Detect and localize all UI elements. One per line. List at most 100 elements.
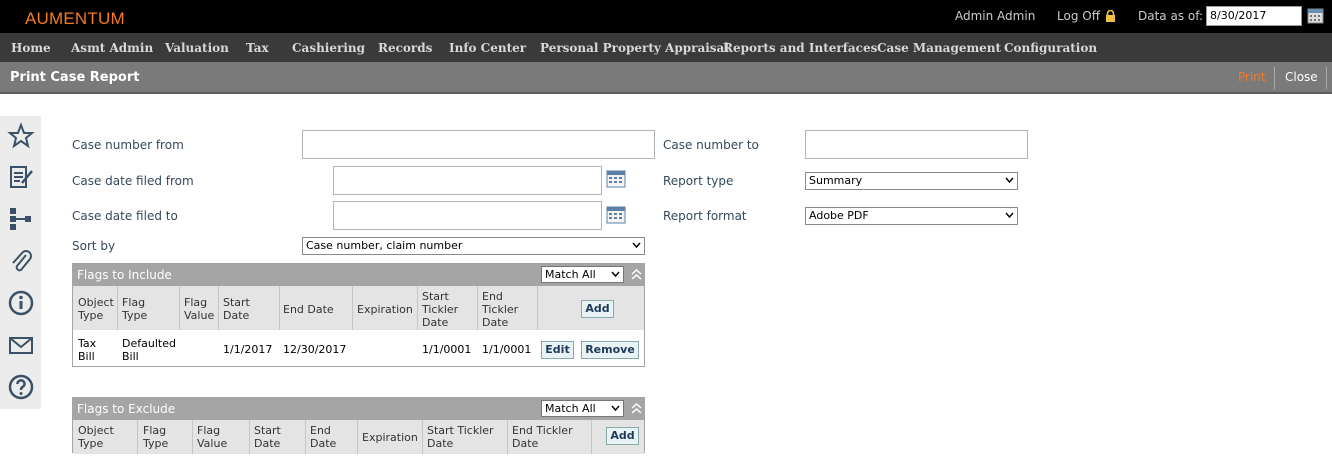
panel-title: Flags to Include <box>77 268 172 282</box>
case-date-to-input[interactable] <box>333 201 602 230</box>
calendar-icon[interactable] <box>606 170 626 188</box>
match-select[interactable]: Match All <box>541 266 624 283</box>
chevron-down-icon <box>1005 177 1014 184</box>
cell-flag-type: Defaulted Bill <box>122 337 176 363</box>
column-header: End Date <box>310 424 337 450</box>
app-logo: AUMENTUM <box>25 9 125 28</box>
case-number-to-label: Case number to <box>663 138 759 152</box>
paperclip-icon[interactable] <box>7 247 35 275</box>
report-format-select[interactable]: Adobe PDF <box>805 207 1018 225</box>
hierarchy-icon[interactable] <box>7 205 35 233</box>
menu-personal-property-appraisal[interactable]: Personal Property Appraisal <box>540 41 729 55</box>
report-type-value: Summary <box>809 174 863 187</box>
add-exclude-flag-button[interactable]: Add <box>606 427 639 445</box>
divider <box>179 286 180 330</box>
add-include-flag-button[interactable]: Add <box>581 300 614 318</box>
lock-icon[interactable] <box>1105 10 1116 22</box>
divider <box>137 420 138 454</box>
edit-flag-button[interactable]: Edit <box>541 341 574 359</box>
star-icon[interactable] <box>7 122 35 150</box>
column-header: Flag Type <box>122 296 148 322</box>
data-as-of-input[interactable]: 8/30/2017 <box>1206 6 1302 26</box>
case-number-from-input[interactable] <box>302 130 655 159</box>
edit-notes-icon[interactable] <box>7 163 35 191</box>
flags-include-panel: Flags to Include Match All Object Type F… <box>72 263 645 367</box>
report-type-label: Report type <box>663 174 734 188</box>
chevron-down-icon <box>1005 212 1014 219</box>
remove-flag-button[interactable]: Remove <box>581 341 639 359</box>
divider <box>1274 67 1275 89</box>
title-bar: Print Case Report Print Close <box>0 62 1332 94</box>
divider <box>477 286 478 330</box>
sort-by-select[interactable]: Case number, claim number <box>302 237 645 255</box>
calendar-icon[interactable] <box>1307 7 1324 24</box>
column-header: End Tickler Date <box>482 290 519 329</box>
help-icon[interactable] <box>7 373 35 401</box>
column-header: Start Date <box>254 424 281 450</box>
match-select[interactable]: Match All <box>541 400 624 417</box>
main-menu: Home Asmt Admin Valuation Tax Cashiering… <box>0 33 1332 62</box>
chevron-down-icon <box>611 271 620 278</box>
calendar-icon[interactable] <box>606 206 626 224</box>
mail-icon[interactable] <box>7 331 35 359</box>
info-icon[interactable] <box>7 289 35 317</box>
column-header: Flag Value <box>197 424 228 450</box>
cell-start-date: 1/1/2017 <box>223 343 273 356</box>
divider <box>117 286 118 330</box>
print-button[interactable]: Print <box>1238 70 1266 84</box>
panel-header: Flags to Include Match All <box>73 264 644 286</box>
divider <box>218 286 219 330</box>
case-number-from-label: Case number from <box>72 138 184 152</box>
column-header: Flag Value <box>184 296 215 322</box>
column-header: Object Type <box>78 296 114 322</box>
report-format-value: Adobe PDF <box>809 209 869 222</box>
cell-end-date: 12/30/2017 <box>283 343 347 356</box>
divider <box>422 420 423 454</box>
top-bar: AUMENTUM Admin Admin Log Off Data as of:… <box>0 0 1332 33</box>
menu-home[interactable]: Home <box>11 41 51 55</box>
user-name[interactable]: Admin Admin <box>955 9 1035 23</box>
column-header: Start Date <box>223 296 250 322</box>
report-type-select[interactable]: Summary <box>805 172 1018 190</box>
sort-by-label: Sort by <box>72 239 116 253</box>
logoff-link[interactable]: Log Off <box>1057 9 1100 23</box>
divider <box>417 286 418 330</box>
match-value: Match All <box>545 268 596 281</box>
menu-configuration[interactable]: Configuration <box>1004 41 1097 55</box>
flags-exclude-panel: Flags to Exclude Match All Object Type F… <box>72 397 645 454</box>
column-header: Expiration <box>357 303 413 316</box>
menu-reports-and-interfaces[interactable]: Reports and Interfaces <box>723 41 877 55</box>
cell-object-type: Tax Bill <box>78 337 97 363</box>
menu-case-management[interactable]: Case Management <box>877 41 1001 55</box>
case-date-to-label: Case date filed to <box>72 209 178 223</box>
cell-end-tickler: 1/1/0001 <box>482 343 532 356</box>
sort-by-value: Case number, claim number <box>306 239 463 252</box>
divider <box>1326 67 1327 89</box>
divider <box>279 286 280 330</box>
chevron-down-icon <box>611 405 620 412</box>
case-date-from-input[interactable] <box>333 166 602 195</box>
divider <box>305 420 306 454</box>
left-sidebar <box>0 116 41 409</box>
collapse-icon[interactable] <box>631 403 642 414</box>
collapse-icon[interactable] <box>631 269 642 280</box>
close-button[interactable]: Close <box>1285 70 1318 84</box>
column-header: Flag Type <box>143 424 169 450</box>
column-header: End Tickler Date <box>512 424 573 450</box>
menu-records[interactable]: Records <box>378 41 432 55</box>
divider <box>192 420 193 454</box>
report-format-label: Report format <box>663 209 747 223</box>
divider <box>507 420 508 454</box>
page-title: Print Case Report <box>10 70 140 85</box>
column-header: Start Tickler Date <box>427 424 494 450</box>
panel-title: Flags to Exclude <box>77 402 176 416</box>
divider <box>591 420 592 454</box>
menu-asmt-admin[interactable]: Asmt Admin <box>71 41 153 55</box>
case-number-to-input[interactable] <box>805 130 1028 159</box>
menu-tax[interactable]: Tax <box>246 41 269 55</box>
menu-info-center[interactable]: Info Center <box>449 41 526 55</box>
chevron-down-icon <box>632 242 641 249</box>
menu-cashiering[interactable]: Cashiering <box>292 41 365 55</box>
column-header: Start Tickler Date <box>422 290 459 329</box>
menu-valuation[interactable]: Valuation <box>165 41 229 55</box>
